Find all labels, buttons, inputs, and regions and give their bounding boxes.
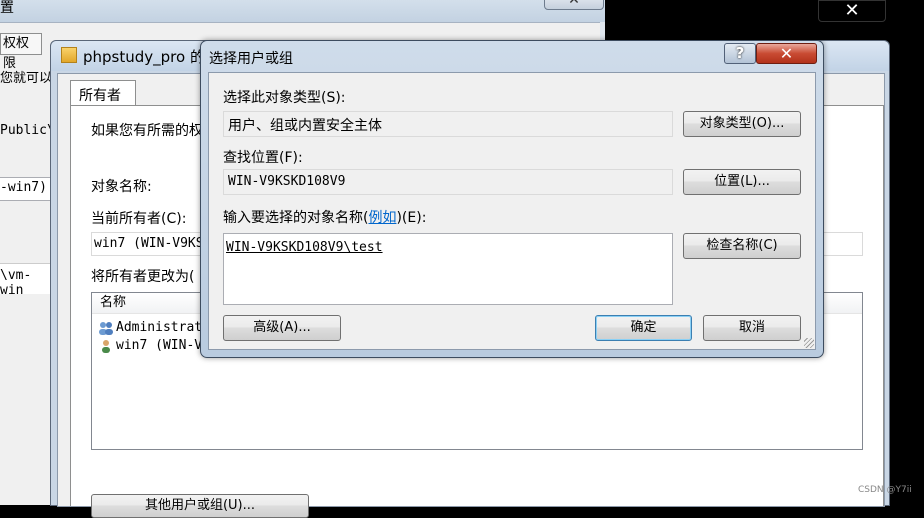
background-vm-text: \vm-win <box>0 268 32 298</box>
object-types-button[interactable]: 对象类型(O)... <box>683 111 801 137</box>
help-icon: ? <box>735 44 745 62</box>
location-value: WIN-V9KSKD108V9 <box>228 174 346 189</box>
list-item[interactable]: win7 (WIN-V9 <box>96 337 216 355</box>
users-group-icon <box>98 321 114 335</box>
locations-button[interactable]: 位置(L)... <box>683 169 801 195</box>
background-titlebar: 置 <box>0 0 605 22</box>
other-users-button[interactable]: 其他用户或组(U)... <box>91 494 309 518</box>
dialog-client: 选择此对象类型(S): 用户、组或内置安全主体 对象类型(O)... 查找位置(… <box>208 72 816 350</box>
examples-link[interactable]: 例如 <box>368 210 396 226</box>
current-owner-label: 当前所有者(C): <box>91 211 187 227</box>
resize-grip[interactable] <box>804 338 814 348</box>
ok-button[interactable]: 确定 <box>595 315 692 341</box>
object-type-value: 用户、组或内置安全主体 <box>228 118 382 134</box>
object-names-label-suffix: )(E): <box>396 210 427 226</box>
dialog-title: 选择用户或组 <box>209 51 293 67</box>
object-names-label-prefix: 输入要选择的对象名称( <box>223 210 369 226</box>
background-path-text: Public\ <box>0 123 55 138</box>
check-names-button[interactable]: 检查名称(C) <box>683 233 801 259</box>
background-user-field: -win7) <box>0 177 51 201</box>
cancel-button[interactable]: 取消 <box>703 315 801 341</box>
background-title: 置 <box>0 0 14 16</box>
close-icon: ✕ <box>779 44 794 63</box>
tab-owner-label: 所有者 <box>79 88 121 104</box>
background-list: \vm-win <box>0 263 50 298</box>
list-item[interactable]: Administrato <box>96 319 216 337</box>
user-icon <box>100 339 112 353</box>
owner-window-title: phpstudy_pro 的 <box>83 48 205 66</box>
owner-intro-text: 如果您有所需的权 <box>91 123 203 139</box>
watermark: CSDN @Y7ii <box>858 485 912 495</box>
object-names-input[interactable]: WIN-V9KSKD108V9\test <box>223 233 673 305</box>
object-names-value: WIN-V9KSKD108V9\test <box>226 240 383 255</box>
folder-icon <box>61 47 77 63</box>
select-users-dialog: 选择用户或组 ? ✕ 选择此对象类型(S): 用户、组或内置安全主体 对象类型(… <box>200 40 824 358</box>
owner-window-close-button[interactable]: ✕ <box>818 0 886 22</box>
background-text-1: 您就可以 <box>0 71 53 86</box>
close-icon: ✕ <box>844 0 860 21</box>
change-owner-label: 将所有者更改为( <box>91 269 195 285</box>
object-name-label: 对象名称: <box>91 179 152 195</box>
object-type-field: 用户、组或内置安全主体 <box>223 111 673 137</box>
background-user-text: -win7) <box>0 180 47 195</box>
object-names-label: 输入要选择的对象名称(例如)(E): <box>223 207 426 227</box>
advanced-button[interactable]: 高级(A)... <box>223 315 341 341</box>
help-button[interactable]: ? <box>724 43 756 64</box>
close-icon: ✕ <box>568 0 580 8</box>
current-owner-value: win7 (WIN-V9KS <box>94 236 204 251</box>
tab-owner[interactable]: 所有者 <box>70 80 136 106</box>
background-tab-label: 权权限 <box>3 36 30 71</box>
dialog-close-button[interactable]: ✕ <box>756 43 817 64</box>
list-header-name: 名称 <box>100 295 127 310</box>
location-label: 查找位置(F): <box>223 150 303 166</box>
location-field: WIN-V9KSKD108V9 <box>223 169 673 195</box>
object-type-label: 选择此对象类型(S): <box>223 90 346 106</box>
list-item-label: win7 (WIN-V9 <box>116 338 210 353</box>
background-tab[interactable]: 权权限 <box>0 33 42 71</box>
background-close-button[interactable]: ✕ <box>544 0 604 10</box>
list-item-label: Administrato <box>116 320 210 335</box>
